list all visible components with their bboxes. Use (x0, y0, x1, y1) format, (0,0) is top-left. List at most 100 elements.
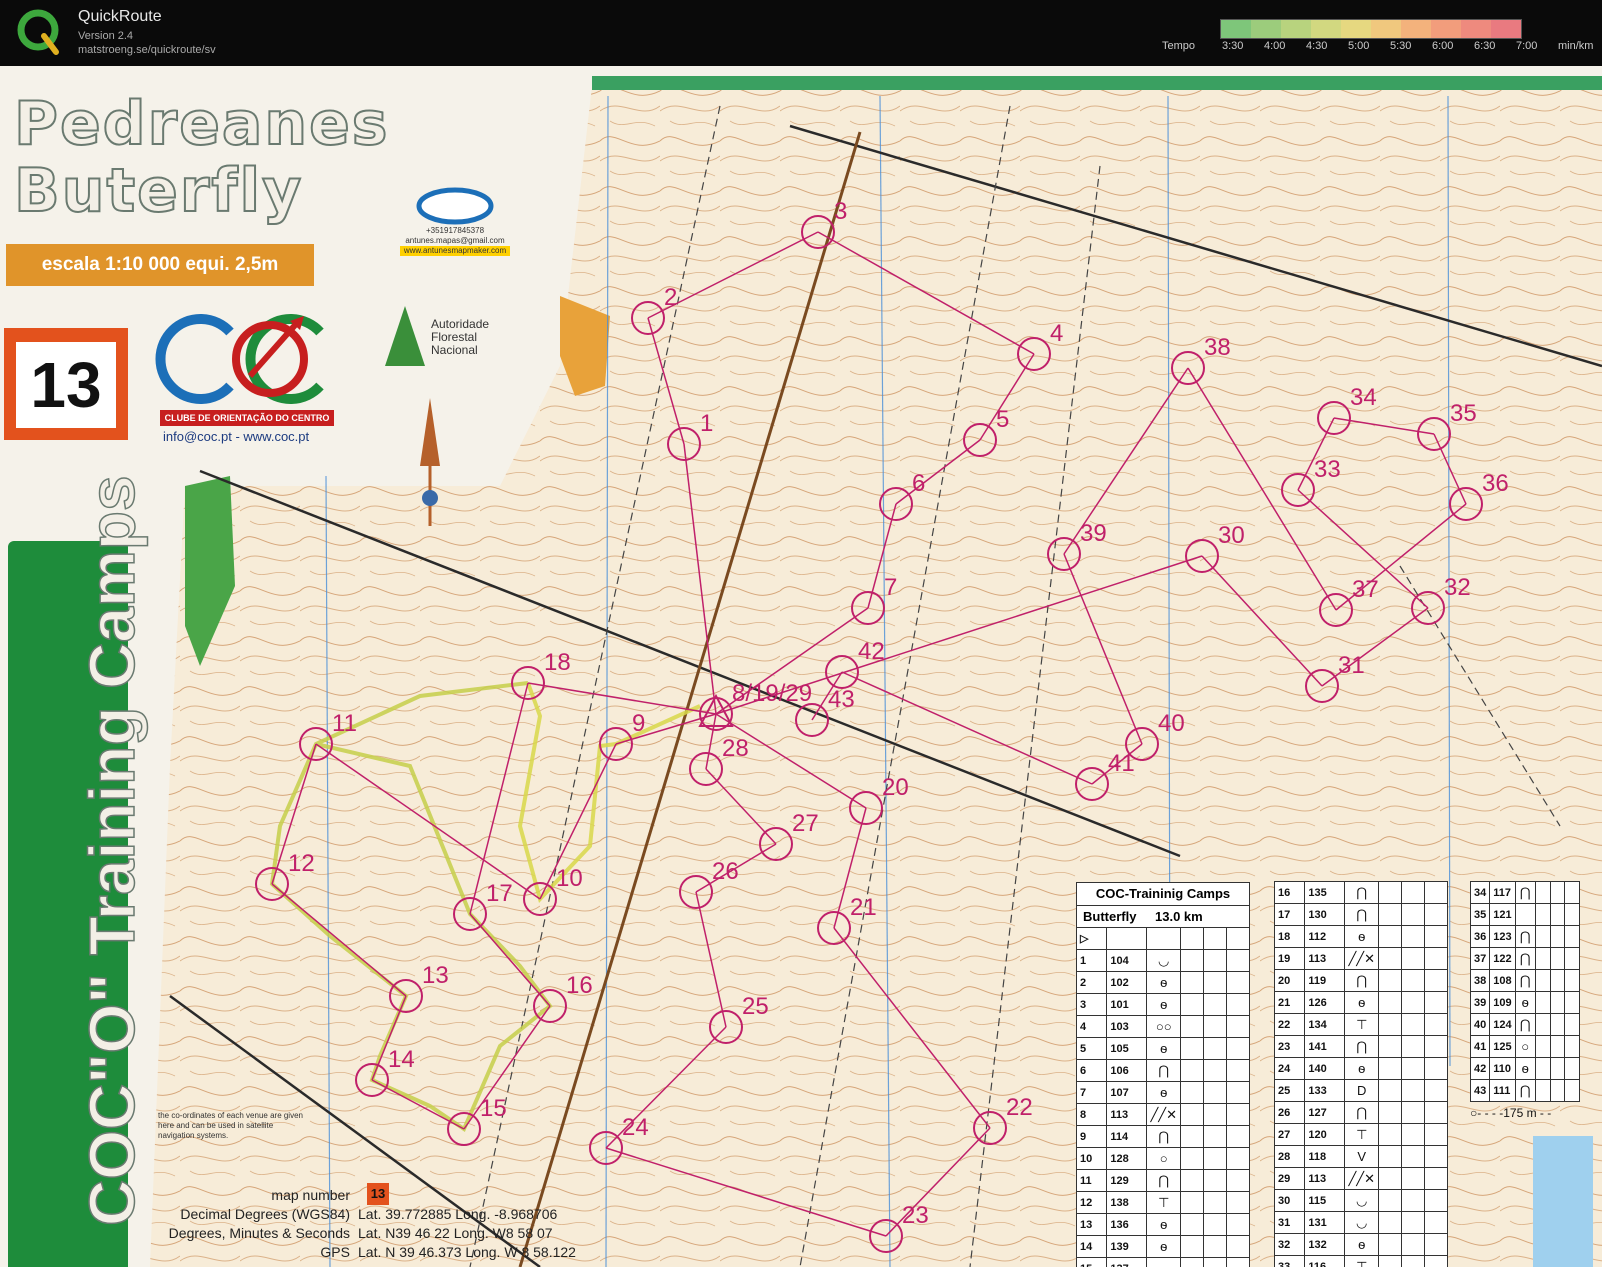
description-row: 36 123 ⋂ (1469, 925, 1580, 948)
description-cell (1401, 1211, 1425, 1234)
control-seq: 34 (1469, 881, 1491, 904)
control-seq: 19 (1273, 947, 1306, 970)
control-symbol: ╱╱✕ (1146, 1103, 1181, 1126)
control-symbol: ⋂ (1344, 969, 1379, 992)
control-code: 135 (1304, 881, 1346, 904)
coordinate-row: map number (140, 1186, 576, 1205)
description-cell (1226, 1257, 1250, 1267)
description-cell (1564, 881, 1580, 904)
quickroute-logo-icon (17, 9, 59, 55)
description-cell (1378, 1233, 1402, 1256)
control-number: 12 (288, 850, 315, 877)
control-symbol: ⋂ (1514, 947, 1536, 970)
control-symbol: ⋂ (1514, 925, 1536, 948)
description-cell (1226, 1015, 1250, 1038)
control-number: 1 (700, 410, 714, 437)
tempo-label: Tempo (1162, 40, 1196, 52)
description-cell (1549, 1057, 1566, 1080)
description-row: 42 110 ѳ (1469, 1057, 1580, 1080)
control-code: 138 (1106, 1191, 1148, 1214)
description-cell (1226, 927, 1250, 950)
description-cell (1401, 1167, 1425, 1190)
description-cell (1424, 1145, 1448, 1168)
description-cell (1203, 1235, 1227, 1258)
control-symbol: ѳ (1514, 991, 1536, 1014)
control-number: 42 (858, 638, 885, 665)
top-bar: QuickRoute Version 2.4 matstroeng.se/qui… (0, 0, 1602, 66)
control-number: 38 (1204, 334, 1231, 361)
control-seq: 28 (1273, 1145, 1306, 1168)
control-symbol: ѳ (1146, 993, 1181, 1016)
control-symbol: ѳ (1146, 1081, 1181, 1104)
control-number: 9 (632, 710, 646, 737)
description-row: 18 112 ѳ (1273, 925, 1448, 948)
description-cell (1203, 1147, 1227, 1170)
control-symbol: ѳ (1146, 1213, 1181, 1236)
control-symbol: ◡ (1146, 949, 1181, 972)
description-cell (1226, 1235, 1250, 1258)
control-number: 31 (1338, 652, 1365, 679)
control-number: 37 (1352, 576, 1379, 603)
description-row: 10 128 ○ (1075, 1147, 1250, 1170)
control-symbol: ѳ (1344, 991, 1379, 1014)
coordinate-label: map number (271, 1187, 350, 1203)
control-symbol: ⋂ (1514, 881, 1536, 904)
description-cell (1180, 1125, 1204, 1148)
description-row: 7 107 ѳ (1075, 1081, 1250, 1104)
control-code: 112 (1304, 925, 1346, 948)
control-code: 114 (1106, 1125, 1148, 1148)
description-row: 8 113 ╱╱✕ (1075, 1103, 1250, 1126)
description-cell (1401, 1035, 1425, 1058)
tempo-color-cell (1341, 20, 1371, 38)
description-cell (1378, 1079, 1402, 1102)
description-cell (1534, 1057, 1551, 1080)
map-number: 13 (16, 342, 116, 428)
tempo-tick: 4:00 (1264, 40, 1286, 52)
description-cell (1203, 1125, 1227, 1148)
coordinates-block: map number Decimal Degrees (WGS84) Lat. 39… (140, 1186, 576, 1262)
description-cell (1424, 1101, 1448, 1124)
control-symbol: ○○ (1146, 1015, 1181, 1038)
control-code: 132 (1304, 1233, 1346, 1256)
control-seq: 31 (1273, 1211, 1306, 1234)
control-code: 101 (1106, 993, 1148, 1016)
description-cell (1180, 1015, 1204, 1038)
control-symbol: ⋂ (1146, 1169, 1181, 1192)
description-row: 29 113 ╱╱✕ (1273, 1167, 1448, 1190)
description-cell (1203, 949, 1227, 972)
control-number: 20 (882, 774, 909, 801)
description-cell (1549, 991, 1566, 1014)
description-cell (1564, 925, 1580, 948)
description-cell (1203, 1015, 1227, 1038)
description-row: 33 116 ⊤ (1273, 1255, 1448, 1267)
control-code: 130 (1304, 903, 1346, 926)
control-symbol: ⊤ (1344, 1013, 1379, 1036)
control-number: 17 (486, 880, 513, 907)
coordinates-note: the co-ordinates of each venue are given… (158, 1111, 303, 1140)
description-cell (1564, 903, 1580, 926)
description-cell (1549, 947, 1566, 970)
control-number: 4 (1050, 320, 1064, 347)
description-cell (1226, 1147, 1250, 1170)
description-row: 32 132 ѳ (1273, 1233, 1448, 1256)
app-url: matstroeng.se/quickroute/sv (78, 44, 216, 56)
control-code: 106 (1106, 1059, 1148, 1082)
control-number: 41 (1108, 750, 1135, 777)
control-symbol: V (1344, 1145, 1379, 1168)
control-symbol: ○ (1514, 1035, 1536, 1058)
orienteering-map[interactable]: Pedreanes Buterfly escala 1:10 000 equi.… (0, 66, 1602, 1267)
description-cell (1401, 1101, 1425, 1124)
control-seq: 7 (1075, 1081, 1108, 1104)
control-code: 104 (1106, 949, 1148, 972)
control-seq: 16 (1273, 881, 1306, 904)
control-symbol: ⋂ (1514, 969, 1536, 992)
control-symbol: ѳ (1344, 1057, 1379, 1080)
description-cell (1424, 1013, 1448, 1036)
tempo-tick: 6:00 (1432, 40, 1454, 52)
control-symbol: ╱╱✕ (1344, 1167, 1379, 1190)
tempo-color-cell (1431, 20, 1461, 38)
description-cell (1203, 993, 1227, 1016)
control-number: 3 (834, 198, 848, 225)
authority-line: Nacional (431, 343, 478, 357)
description-cell (1424, 1079, 1448, 1102)
